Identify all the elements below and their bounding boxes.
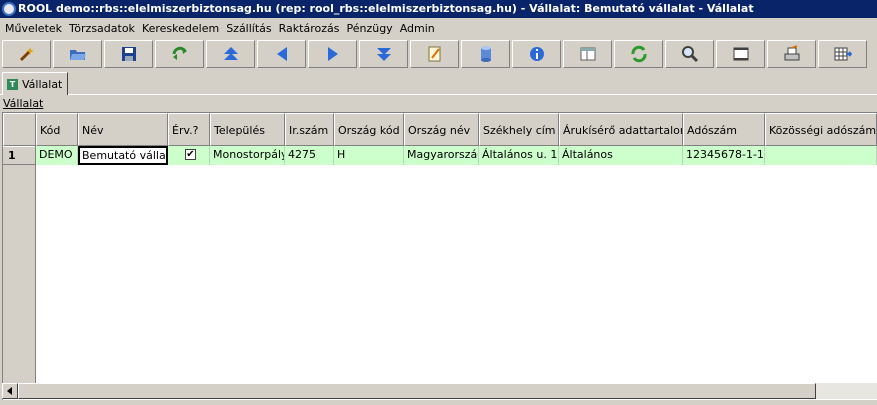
row-indicator-header xyxy=(3,113,36,146)
title-bar: ROOL demo::rbs::elelmiszerbiztonsag.hu (… xyxy=(0,0,877,18)
table-icon: T xyxy=(7,78,18,90)
reload-icon xyxy=(630,45,647,63)
open-folder-icon xyxy=(69,50,86,60)
menu-penzugy[interactable]: Pénzügy xyxy=(343,19,395,39)
column-header-kozossegi-adoszam[interactable]: Közösségi adószám xyxy=(765,113,877,146)
grid-header: Kód Név Érv.? Település Ir.szám Ország k… xyxy=(3,113,877,146)
menu-raktarozas[interactable]: Raktározás xyxy=(276,19,343,39)
app-icon xyxy=(2,2,16,16)
last-record-icon xyxy=(376,48,391,61)
column-header-orszag-nev[interactable]: Ország név xyxy=(404,113,479,146)
search-icon xyxy=(681,46,698,63)
menu-bar: Műveletek Törzsadatok Kereskedelem Száll… xyxy=(0,19,877,39)
previous-record-button[interactable] xyxy=(257,40,306,68)
open-button[interactable] xyxy=(53,40,102,68)
column-header-szekhely-cim[interactable]: Székhely cím xyxy=(479,113,559,146)
cell-kod[interactable]: DEMO xyxy=(36,146,78,165)
row-number[interactable]: 1 xyxy=(3,146,35,165)
column-header-nev[interactable]: Név xyxy=(78,113,168,146)
column-header-arukisero[interactable]: Árukísérő adattartalom xyxy=(559,113,683,146)
column-header-telepules[interactable]: Település xyxy=(210,113,285,146)
info-icon xyxy=(529,47,544,61)
export-grid-icon xyxy=(834,47,852,61)
horizontal-scrollbar[interactable] xyxy=(2,383,877,399)
table-row[interactable]: DEMO Bemutató vállalat ✔ Monostorpályi 4… xyxy=(36,146,877,165)
scroll-left-button[interactable] xyxy=(2,383,18,399)
menu-szallitas[interactable]: Szállítás xyxy=(223,19,274,39)
wand-icon xyxy=(19,47,34,62)
scroll-thumb[interactable] xyxy=(18,383,816,399)
column-header-kod[interactable]: Kód xyxy=(36,113,78,146)
first-record-icon xyxy=(223,47,238,60)
export-grid-button[interactable] xyxy=(818,40,867,68)
toolbar xyxy=(0,40,877,70)
cell-nev[interactable]: Bemutató vállalat xyxy=(78,146,168,165)
cell-orszag-kod[interactable]: H xyxy=(334,146,404,165)
cell-orszag-nev[interactable]: Magyarország xyxy=(404,146,479,165)
print-preview-icon xyxy=(784,45,799,61)
cell-szekhely-cim[interactable]: Általános u. 1. xyxy=(479,146,559,165)
column-header-erv[interactable]: Érv.? xyxy=(168,113,210,146)
next-record-button[interactable] xyxy=(308,40,357,68)
tab-vallalat[interactable]: T Vállalat xyxy=(2,72,68,95)
row-indicator-column: 1 xyxy=(3,146,36,383)
save-button[interactable] xyxy=(104,40,153,68)
print-preview-button[interactable] xyxy=(767,40,816,68)
cell-irszam[interactable]: 4275 xyxy=(285,146,334,165)
data-grid[interactable]: Kód Név Érv.? Település Ir.szám Ország k… xyxy=(2,112,877,400)
cell-telepules[interactable]: Monostorpályi xyxy=(210,146,285,165)
cell-kozossegi-adoszam[interactable] xyxy=(765,146,877,165)
tab-strip: T Vállalat xyxy=(0,71,877,95)
columns-button[interactable] xyxy=(716,40,765,68)
column-header-adoszam[interactable]: Adószám xyxy=(683,113,765,146)
window-title: ROOL demo::rbs::elelmiszerbiztonsag.hu (… xyxy=(18,2,754,15)
search-button[interactable] xyxy=(665,40,714,68)
section-label: Vállalat xyxy=(3,97,44,110)
column-header-orszag-kod[interactable]: Ország kód xyxy=(334,113,404,146)
valid-checkbox[interactable]: ✔ xyxy=(185,149,196,160)
next-record-icon xyxy=(327,47,338,61)
menu-kereskedelem[interactable]: Kereskedelem xyxy=(139,19,222,39)
menu-muveletek[interactable]: Műveletek xyxy=(2,19,65,39)
column-header-irszam[interactable]: Ir.szám xyxy=(285,113,334,146)
menu-torzsadatok[interactable]: Törzsadatok xyxy=(66,19,138,39)
info-button[interactable] xyxy=(512,40,561,68)
menu-admin[interactable]: Admin xyxy=(397,19,438,39)
first-record-button[interactable] xyxy=(206,40,255,68)
previous-record-icon xyxy=(276,47,287,61)
save-icon xyxy=(121,47,136,61)
tab-label: Vállalat xyxy=(22,77,63,91)
wand-button[interactable] xyxy=(2,40,51,68)
layout-button[interactable] xyxy=(563,40,612,68)
last-record-button[interactable] xyxy=(359,40,408,68)
cell-erv[interactable]: ✔ xyxy=(168,146,210,165)
columns-icon xyxy=(733,47,748,61)
edit-button[interactable] xyxy=(410,40,459,68)
edit-icon xyxy=(428,46,440,62)
refresh-arrow-icon xyxy=(172,46,187,60)
layout-icon xyxy=(580,47,595,61)
database-icon xyxy=(480,46,491,62)
refresh-button[interactable] xyxy=(155,40,204,68)
cell-adoszam[interactable]: 12345678-1-12 xyxy=(683,146,765,165)
cell-arukisero[interactable]: Általános xyxy=(559,146,683,165)
reload-button[interactable] xyxy=(614,40,663,68)
scroll-left-icon xyxy=(7,387,12,395)
database-button[interactable] xyxy=(461,40,510,68)
